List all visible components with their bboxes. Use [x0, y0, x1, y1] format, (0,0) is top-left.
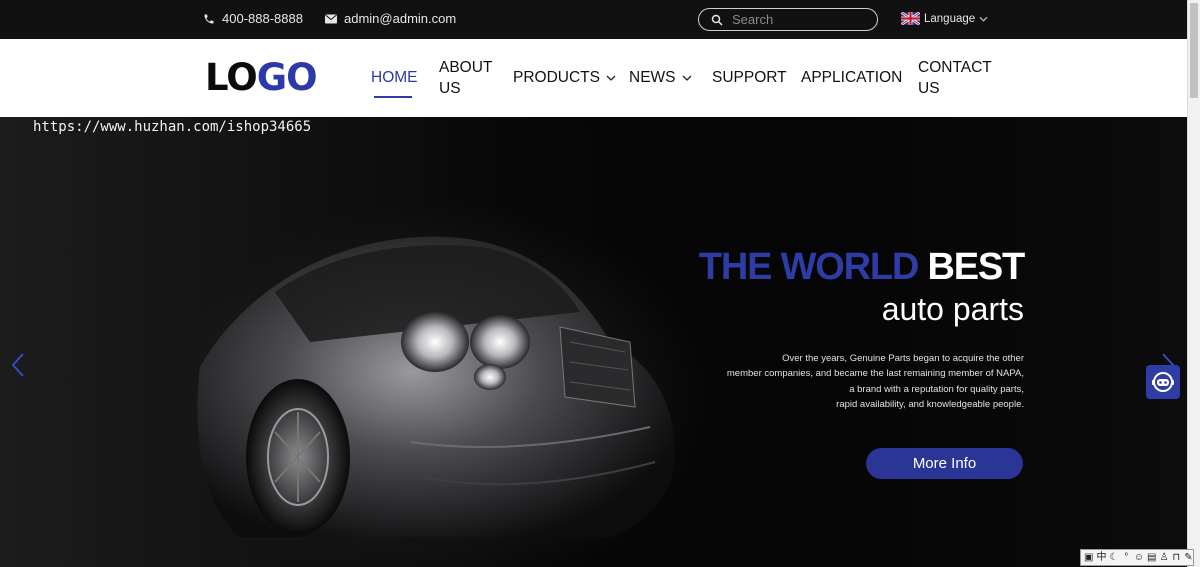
phone-contact[interactable]: 400-888-8888 [203, 11, 303, 26]
watermark-url: https://www.huzhan.com/ishop34665 [33, 119, 312, 135]
nav-item-label: CONTACT [918, 59, 992, 76]
ime-logo-icon[interactable]: ▣ [1084, 551, 1093, 564]
nav-item-home[interactable]: HOME [371, 67, 418, 88]
description-line: member companies, and became the last re… [726, 368, 1024, 380]
logo-text-dark: LO [205, 56, 258, 99]
description-line: rapid availability, and knowledgeable pe… [836, 398, 1024, 410]
top-bar: 400-888-8888 admin@admin.com Language [0, 0, 1187, 39]
nav-item-label: APPLICATION [801, 69, 903, 86]
hero-description: Over the years, Genuine Parts began to a… [694, 351, 1024, 412]
nav-item-support[interactable]: SUPPORT [712, 67, 787, 88]
language-selector[interactable]: Language [901, 12, 988, 25]
hero-headline: THE WORLD BEST [698, 245, 1025, 289]
nav-item-label: ABOUT [439, 59, 493, 76]
shirt-icon[interactable]: ⊓ [1172, 551, 1181, 564]
keyboard-icon[interactable]: ▤ [1147, 551, 1156, 564]
punctuation-icon[interactable]: ° [1122, 551, 1131, 564]
wrench-icon[interactable]: ✎ [1184, 551, 1193, 564]
carousel-prev-arrow-icon[interactable] [10, 352, 26, 378]
description-line: a brand with a reputation for quality pa… [849, 383, 1024, 395]
phone-icon [204, 14, 214, 23]
uk-flag-icon [901, 12, 920, 25]
ime-toolbar[interactable]: ▣ 中 ☾ ° ☺ ▤ ♙ ⊓ ✎ [1080, 549, 1194, 566]
nav-item-products[interactable]: PRODUCTS [513, 67, 616, 88]
email-contact[interactable]: admin@admin.com [325, 11, 456, 26]
description-line: Over the years, Genuine Parts began to a… [782, 353, 1024, 364]
nav-item-label-line2: US [918, 80, 940, 97]
hero-banner: THE WORLD BEST auto parts Over the years… [0, 117, 1187, 567]
more-info-button[interactable]: More Info [866, 448, 1023, 479]
search-input[interactable] [732, 12, 862, 27]
headline-white: BEST [927, 246, 1025, 288]
user-icon[interactable]: ♙ [1159, 551, 1169, 564]
chevron-down-icon [979, 16, 988, 22]
ime-chinese-mode[interactable]: 中 [1096, 551, 1106, 564]
search-box[interactable] [698, 8, 878, 31]
headline-blue: THE WORLD [698, 246, 919, 288]
scrollbar-thumb[interactable] [1190, 3, 1198, 98]
chevron-down-icon [606, 75, 616, 81]
envelope-icon [325, 14, 337, 23]
language-label: Language [924, 12, 976, 25]
email-address: admin@admin.com [344, 11, 457, 26]
chat-robot-icon [1152, 372, 1174, 392]
nav-item-label: HOME [371, 69, 418, 86]
nav-item-contact-us[interactable]: CONTACT US [918, 57, 992, 99]
logo-text-blue: GO [256, 56, 318, 99]
hero-subhead: auto parts [881, 291, 1024, 327]
nav-item-application[interactable]: APPLICATION [801, 67, 902, 88]
active-nav-indicator [374, 96, 412, 98]
nav-item-news[interactable]: NEWS [629, 67, 692, 88]
page-scrollbar[interactable] [1187, 0, 1200, 567]
nav-item-label: NEWS [629, 69, 676, 86]
search-icon[interactable] [711, 14, 723, 26]
nav-item-label-line2: US [439, 80, 461, 97]
smiley-icon[interactable]: ☺ [1134, 551, 1144, 564]
nav-item-label: PRODUCTS [513, 69, 600, 86]
nav-item-label: SUPPORT [712, 69, 787, 86]
phone-number: 400-888-8888 [222, 11, 303, 26]
nav-item-about-us[interactable]: ABOUT US [439, 57, 492, 99]
main-navigation: LO GO HOME ABOUT US PRODUCTS NEWS SUPPORT… [0, 39, 1187, 117]
page: 400-888-8888 admin@admin.com Language LO… [0, 0, 1200, 567]
moon-icon[interactable]: ☾ [1109, 551, 1119, 564]
car-image [197, 236, 676, 537]
site-logo[interactable]: LO GO [205, 56, 318, 99]
chevron-down-icon [682, 75, 691, 81]
chat-support-button[interactable] [1146, 365, 1180, 399]
